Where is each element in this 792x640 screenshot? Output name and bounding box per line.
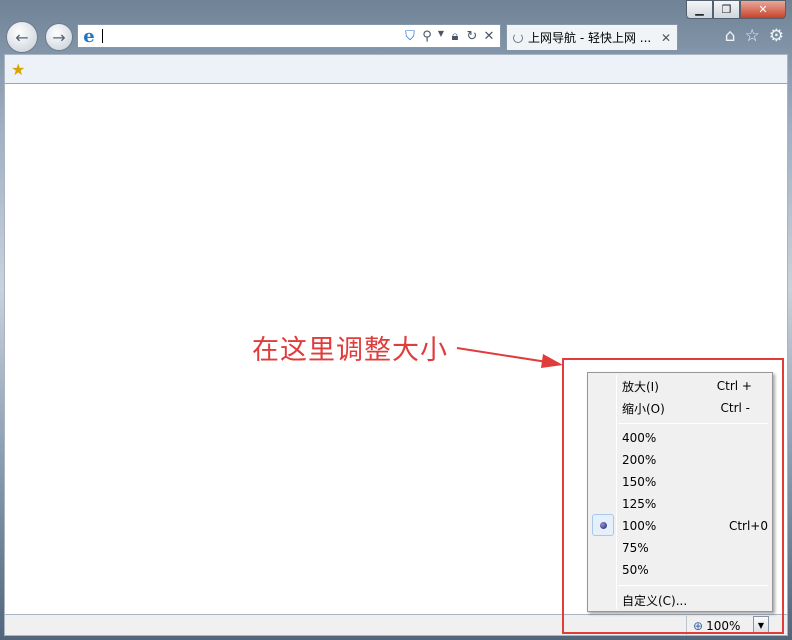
forward-arrow-icon: → [52, 27, 66, 47]
close-button[interactable]: ✕ [740, 0, 786, 19]
menu-item-zoom-125[interactable]: 125% [590, 493, 770, 515]
menu-item-zoom-150[interactable]: 150% [590, 471, 770, 493]
gear-icon[interactable]: ⚙ [769, 26, 784, 46]
menu-item-zoom-50[interactable]: 50% [590, 559, 770, 581]
menu-item-label: 75% [622, 541, 649, 555]
browser-tab[interactable]: 上网导航 - 轻快上网 ... ✕ [506, 24, 678, 50]
ie-logo-icon: e [83, 25, 95, 47]
selected-radio-icon [592, 514, 614, 536]
loading-icon [513, 32, 523, 43]
address-bar[interactable]: e ⛉ ⚲ ▼ 🔒︎ ↻ ✕ [77, 24, 501, 48]
menu-item-label: 200% [622, 453, 657, 467]
dropdown-arrow-icon[interactable]: ▼ [437, 29, 445, 44]
menu-separator [618, 585, 768, 586]
command-icons: ⌂ ☆ ⚙ [725, 26, 784, 46]
menu-item-label: 自定义(C)... [622, 593, 688, 608]
navigation-bar: ← → e ⛉ ⚲ ▼ 🔒︎ ↻ ✕ 上网导航 - 轻快上网 ... ✕ ⌂ ☆… [0, 20, 792, 54]
zoom-menu: 放大(I) Ctrl + 缩小(O) Ctrl - 400% 200% 150%… [587, 372, 773, 612]
menu-item-shortcut: Ctrl + [716, 379, 752, 393]
menu-item-label: 150% [622, 475, 657, 489]
window-controls: ▁ ❐ ✕ [686, 0, 786, 19]
annotation-arrow-icon [456, 347, 563, 368]
menu-item-custom-zoom[interactable]: 自定义(C)... [590, 589, 770, 611]
menu-item-zoom-75[interactable]: 75% [590, 537, 770, 559]
forward-button[interactable]: → [45, 23, 73, 51]
menu-item-label: 100% [622, 519, 657, 533]
add-favorite-icon[interactable]: ★ [11, 60, 25, 79]
menu-item-label: 缩小(O) [622, 401, 665, 416]
menu-item-zoom-out[interactable]: 缩小(O) Ctrl - [590, 397, 770, 419]
minimize-button[interactable]: ▁ [686, 0, 713, 19]
maximize-icon: ❐ [721, 3, 732, 16]
menu-item-shortcut: Ctrl+0 [728, 519, 768, 533]
menu-item-label: 125% [622, 497, 657, 511]
shield-icon[interactable]: ⛉ [403, 29, 417, 44]
minimize-icon: ▁ [695, 3, 704, 16]
menu-separator [618, 423, 768, 424]
tab-title: 上网导航 - 轻快上网 ... [528, 31, 652, 45]
menu-item-label: 50% [622, 563, 649, 577]
menu-item-label: 400% [622, 431, 657, 445]
favorites-bar: ★ [4, 54, 788, 84]
menu-item-shortcut: Ctrl - [720, 401, 751, 415]
menu-item-label: 放大(I) [622, 379, 659, 394]
search-icon[interactable]: ⚲ [420, 29, 434, 44]
menu-item-zoom-200[interactable]: 200% [590, 449, 770, 471]
close-icon: ✕ [758, 3, 768, 16]
menu-item-zoom-in[interactable]: 放大(I) Ctrl + [590, 375, 770, 397]
text-cursor [102, 29, 103, 43]
annotation-text: 在这里调整大小 [252, 335, 448, 366]
refresh-icon[interactable]: ↻ [465, 29, 479, 44]
menu-item-zoom-100[interactable]: 100% Ctrl+0 [590, 514, 770, 537]
home-icon[interactable]: ⌂ [725, 26, 736, 46]
lock-icon[interactable]: 🔒︎ [448, 29, 462, 44]
favorites-star-icon[interactable]: ☆ [745, 26, 760, 46]
stop-icon[interactable]: ✕ [482, 29, 496, 44]
back-button[interactable]: ← [6, 21, 38, 53]
back-arrow-icon: ← [15, 27, 29, 47]
menu-item-zoom-400[interactable]: 400% [590, 427, 770, 449]
address-tools: ⛉ ⚲ ▼ 🔒︎ ↻ ✕ [403, 29, 500, 44]
tab-close-icon[interactable]: ✕ [661, 31, 671, 45]
maximize-button[interactable]: ❐ [713, 0, 740, 19]
